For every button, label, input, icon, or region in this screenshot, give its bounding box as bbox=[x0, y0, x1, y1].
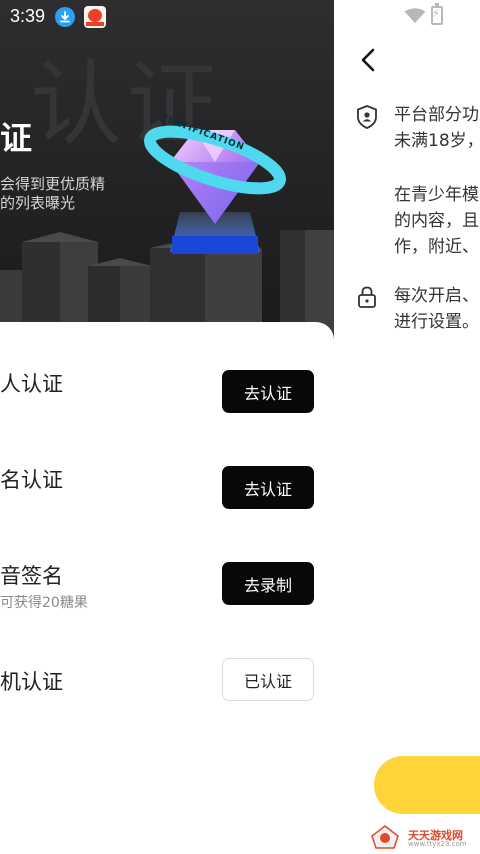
info-text-line2: 未满18岁， bbox=[394, 131, 480, 151]
identity-verify-button[interactable]: 去认证 bbox=[222, 370, 314, 413]
watermark-url: www.ttyx23.com bbox=[408, 840, 467, 848]
hero-title: 证 bbox=[0, 119, 33, 157]
item-subtitle: 可获得20糖果 bbox=[0, 595, 88, 611]
item-title: 人认证 bbox=[0, 372, 63, 396]
realname-verify-button[interactable]: 去认证 bbox=[222, 466, 314, 509]
teen-mode-panel: 平台部分功 未满18岁， 在青少年模 的内容，且 作，附近、 每次开启、 进行设… bbox=[334, 0, 480, 854]
hero-description-line1: 会得到更优质精 bbox=[0, 175, 106, 193]
info-text-line3: 在青少年模 bbox=[394, 185, 479, 205]
lock-text-line2: 进行设置。 bbox=[394, 312, 479, 332]
watermark-logo-icon bbox=[371, 825, 399, 849]
shield-user-icon bbox=[357, 105, 377, 129]
hero-description-line2: 的列表曝光 bbox=[0, 194, 76, 212]
item-title: 音签名 bbox=[0, 564, 63, 588]
back-arrow-icon[interactable] bbox=[360, 48, 376, 72]
info-text-line1: 平台部分功 bbox=[394, 105, 479, 125]
status-time: 3:39 bbox=[10, 6, 46, 26]
site-watermark: 天天游戏网 www.ttyx23.com bbox=[370, 824, 470, 852]
info-text-line4: 的内容，且 bbox=[394, 211, 479, 231]
battery-icon: ⚡ bbox=[431, 3, 443, 25]
record-voice-button[interactable]: 去录制 bbox=[222, 562, 314, 605]
wifi-icon bbox=[404, 8, 426, 23]
info-text-line5: 作，附近、 bbox=[394, 237, 479, 257]
app-notification-icon bbox=[84, 6, 106, 28]
lock-icon bbox=[358, 286, 376, 308]
lock-text-line1: 每次开启、 bbox=[394, 286, 479, 306]
status-bar: 3:39 ⚡ bbox=[0, 0, 480, 32]
hero-banner: 认证 CERTIFICATION 证 会得到更优质精 的列表曝光 bbox=[0, 0, 334, 340]
enable-teen-mode-button[interactable] bbox=[374, 756, 480, 814]
item-title: 名认证 bbox=[0, 468, 63, 492]
item-title: 机认证 bbox=[0, 670, 63, 694]
verification-panel: 认证 CERTIFICATION 证 会得到更优质精 的列表曝光 人认证 去认证… bbox=[0, 0, 334, 854]
phone-verified-button[interactable]: 已认证 bbox=[222, 658, 314, 701]
download-icon bbox=[55, 7, 75, 27]
verification-list: 人认证 去认证 名认证 去认证 音签名 可获得20糖果 去录制 机认证 已认证 bbox=[0, 322, 334, 854]
